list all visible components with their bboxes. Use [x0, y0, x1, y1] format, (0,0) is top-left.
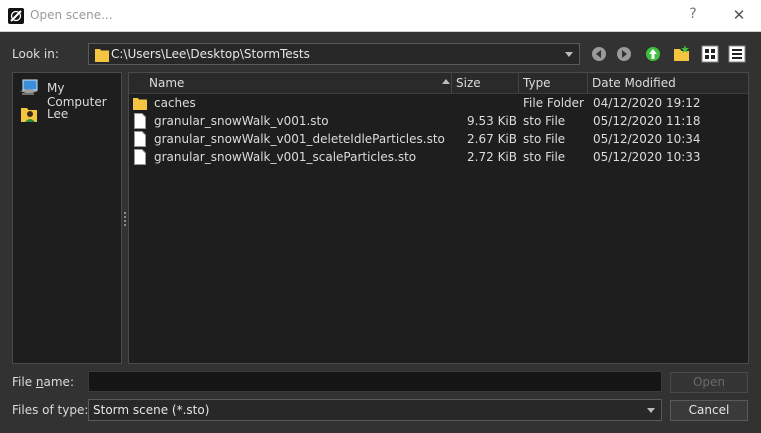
- file-type: File Folder: [523, 96, 584, 110]
- sidebar-item-lee[interactable]: Lee: [17, 103, 121, 125]
- user-icon: [21, 108, 37, 122]
- cancel-button[interactable]: Cancel: [670, 400, 748, 421]
- file-icon: [134, 131, 146, 147]
- file-size: 2.72 KiB: [467, 150, 517, 164]
- file-type: sto File: [523, 114, 566, 128]
- file-type: sto File: [523, 132, 566, 146]
- table-row[interactable]: caches File Folder 04/12/2020 19:12: [129, 94, 748, 112]
- look-in-combo[interactable]: C:\Users\Lee\Desktop\StormTests: [88, 43, 580, 65]
- list-header: Name Size Type Date Modified: [129, 73, 748, 94]
- file-type-combo[interactable]: Storm scene (*.sto): [88, 399, 662, 421]
- folder-icon: [133, 98, 147, 110]
- close-button[interactable]: ✕: [730, 6, 748, 26]
- list-view-icon[interactable]: [700, 44, 720, 64]
- column-header-size[interactable]: Size: [456, 76, 481, 90]
- chevron-down-icon[interactable]: [647, 408, 655, 413]
- file-date: 04/12/2020 19:12: [593, 96, 701, 110]
- help-button[interactable]: ?: [684, 6, 702, 26]
- folder-icon: [95, 49, 109, 62]
- window-title: Open scene...: [30, 8, 113, 22]
- open-button[interactable]: Open: [670, 372, 748, 393]
- file-date: 05/12/2020 11:18: [593, 114, 701, 128]
- places-sidebar: My Computer Lee: [12, 72, 122, 364]
- file-size: 9.53 KiB: [467, 114, 517, 128]
- splitter-handle[interactable]: [124, 212, 127, 230]
- title-bar: Open scene... ? ✕: [0, 0, 761, 32]
- new-folder-icon[interactable]: [672, 44, 692, 64]
- file-icon: [134, 113, 146, 129]
- file-name-label: File name:: [12, 375, 74, 389]
- table-row[interactable]: granular_snowWalk_v001_scaleParticles.st…: [129, 148, 748, 166]
- sidebar-item-label: Lee: [47, 107, 69, 121]
- look-in-label: Look in:: [12, 47, 59, 61]
- file-list: Name Size Type Date Modified caches File…: [128, 72, 749, 364]
- file-name: granular_snowWalk_v001_scaleParticles.st…: [154, 150, 417, 164]
- table-row[interactable]: granular_snowWalk_v001.sto 9.53 KiB sto …: [129, 112, 748, 130]
- app-icon: [8, 8, 24, 24]
- sidebar-item-my-computer[interactable]: My Computer: [17, 77, 121, 109]
- column-header-date[interactable]: Date Modified: [592, 76, 676, 90]
- column-header-name[interactable]: Name: [149, 76, 184, 90]
- file-name: granular_snowWalk_v001.sto: [154, 114, 329, 128]
- file-date: 05/12/2020 10:33: [593, 150, 701, 164]
- detail-view-icon[interactable]: [727, 44, 747, 64]
- chevron-down-icon[interactable]: [565, 52, 573, 57]
- computer-icon: [20, 79, 38, 95]
- file-name: granular_snowWalk_v001_deleteIdleParticl…: [154, 132, 445, 146]
- file-icon: [134, 149, 146, 165]
- table-row[interactable]: granular_snowWalk_v001_deleteIdleParticl…: [129, 130, 748, 148]
- sort-ascending-icon: [442, 79, 450, 84]
- up-icon[interactable]: [643, 44, 663, 64]
- files-of-type-label: Files of type:: [12, 403, 89, 417]
- look-in-path: C:\Users\Lee\Desktop\StormTests: [111, 47, 310, 61]
- file-type-value: Storm scene (*.sto): [93, 403, 210, 417]
- file-date: 05/12/2020 10:34: [593, 132, 701, 146]
- forward-icon[interactable]: [614, 44, 634, 64]
- file-size: 2.67 KiB: [467, 132, 517, 146]
- column-header-type[interactable]: Type: [523, 76, 551, 90]
- file-name: caches: [154, 96, 196, 110]
- back-icon[interactable]: [589, 44, 609, 64]
- file-name-input[interactable]: [88, 371, 662, 392]
- file-type: sto File: [523, 150, 566, 164]
